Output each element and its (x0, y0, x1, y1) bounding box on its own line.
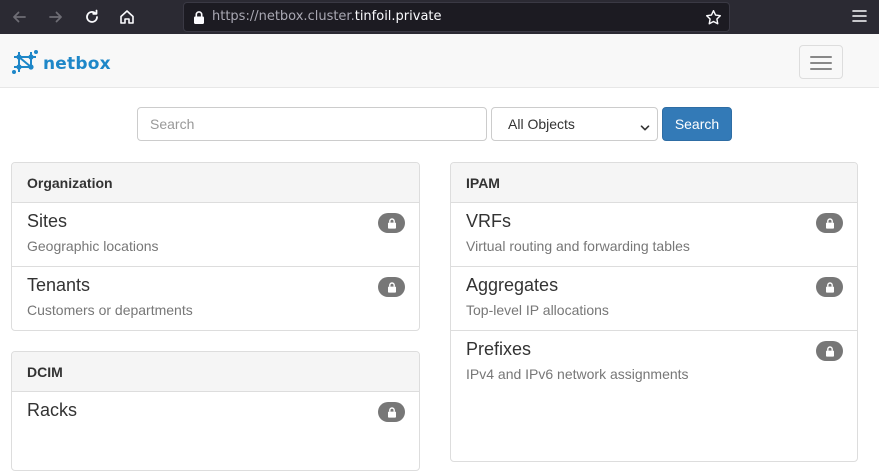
search-button[interactable]: Search (662, 107, 732, 141)
lock-icon (378, 402, 405, 422)
browser-toolbar: https://netbox.cluster.tinfoil.private (0, 0, 879, 34)
item-description: Geographic locations (27, 238, 159, 254)
object-type-selected: All Objects (508, 116, 575, 132)
panel-heading: DCIM (12, 352, 419, 392)
toggle-bar-icon (810, 68, 832, 70)
list-item-tenants[interactable]: Tenants Customers or departments (12, 267, 419, 330)
organization-panel: Organization Sites Geographic locations … (11, 162, 420, 331)
app-navbar: netbox (0, 34, 879, 88)
lock-icon (378, 213, 405, 233)
item-description: Virtual routing and forwarding tables (466, 238, 690, 254)
url-prefix: https://netbox.cluster. (212, 9, 355, 24)
object-type-select[interactable]: All Objects (491, 107, 658, 141)
chevron-down-icon (639, 119, 651, 138)
toggle-bar-icon (810, 56, 832, 58)
home-icon[interactable] (115, 5, 139, 29)
search-input[interactable] (137, 107, 487, 141)
forward-icon[interactable] (44, 5, 68, 29)
item-title-link[interactable]: VRFs (466, 211, 842, 231)
item-description: Top-level IP allocations (466, 302, 609, 318)
item-title-link[interactable]: Tenants (27, 275, 404, 295)
reload-icon[interactable] (80, 5, 104, 29)
item-title-link[interactable]: Prefixes (466, 339, 842, 359)
lock-icon (816, 277, 843, 297)
bookmark-star-icon[interactable] (705, 9, 722, 30)
back-icon[interactable] (7, 5, 31, 29)
lock-icon (192, 10, 206, 29)
lock-icon (816, 213, 843, 233)
lock-icon (816, 341, 843, 361)
toggle-bar-icon (810, 62, 832, 64)
list-item-prefixes[interactable]: Prefixes IPv4 and IPv6 network assignmen… (451, 331, 857, 395)
url-text: https://netbox.cluster.tinfoil.private (212, 9, 442, 24)
brand-logo-link[interactable]: netbox (11, 48, 111, 80)
address-bar[interactable]: https://netbox.cluster.tinfoil.private (183, 2, 730, 32)
hamburger-menu-icon[interactable] (851, 8, 869, 28)
list-item-vrfs[interactable]: VRFs Virtual routing and forwarding tabl… (451, 203, 857, 267)
panel-heading: IPAM (451, 163, 857, 203)
dcim-panel: DCIM Racks (11, 351, 420, 471)
item-title-link[interactable]: Racks (27, 400, 404, 420)
list-item-aggregates[interactable]: Aggregates Top-level IP allocations (451, 267, 857, 331)
item-description: IPv4 and IPv6 network assignments (466, 366, 689, 382)
item-title-link[interactable]: Aggregates (466, 275, 842, 295)
item-title-link[interactable]: Sites (27, 211, 404, 231)
netbox-logo-icon (11, 48, 39, 80)
lock-icon (378, 277, 405, 297)
list-item-sites[interactable]: Sites Geographic locations (12, 203, 419, 267)
ipam-panel: IPAM VRFs Virtual routing and forwarding… (450, 162, 858, 462)
list-item-racks[interactable]: Racks (12, 392, 419, 456)
panel-heading: Organization (12, 163, 419, 203)
url-host: tinfoil.private (354, 9, 442, 24)
navbar-toggle-button[interactable] (799, 45, 843, 79)
brand-name: netbox (43, 54, 111, 74)
item-description: Customers or departments (27, 302, 193, 318)
